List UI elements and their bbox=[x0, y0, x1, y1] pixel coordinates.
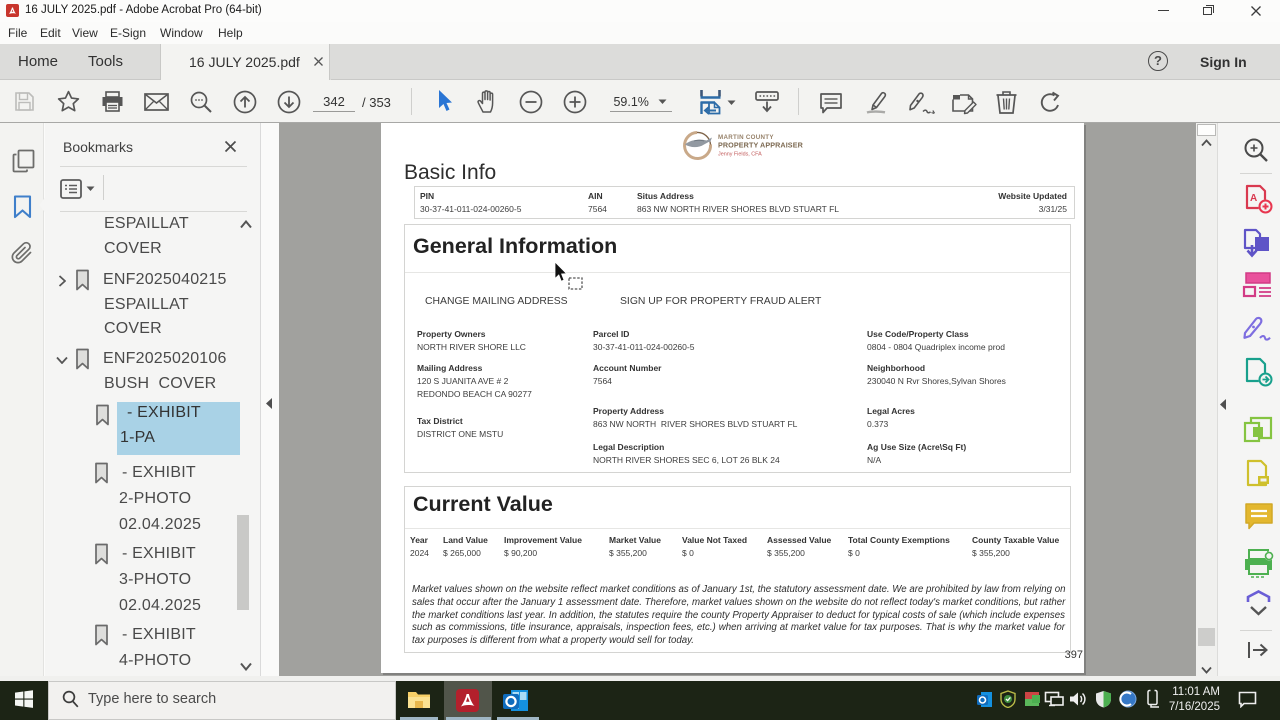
svg-text:PROPERTY APPRAISER: PROPERTY APPRAISER bbox=[718, 141, 804, 150]
svg-text:Jenny Fields, CFA: Jenny Fields, CFA bbox=[718, 152, 762, 158]
svg-text:A: A bbox=[1250, 193, 1257, 204]
